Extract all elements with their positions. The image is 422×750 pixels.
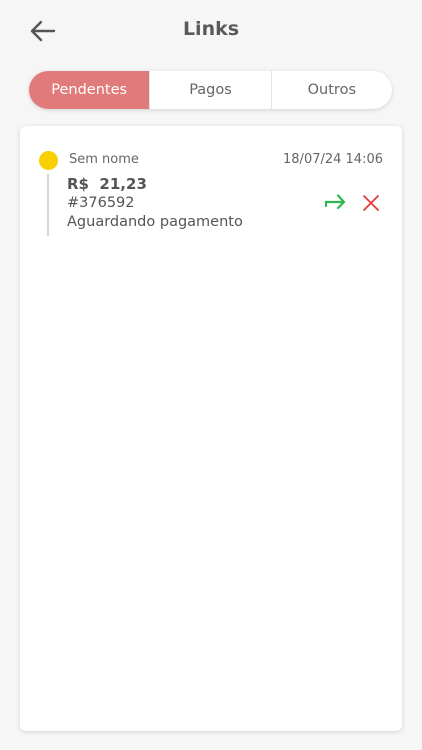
link-code: #376592: [67, 195, 135, 211]
tabs-segmented-control: Pendentes Pagos Outros: [29, 71, 392, 109]
share-arrow-icon: [324, 194, 346, 210]
link-list-item[interactable]: Sem nome 18/07/24 14:06 R$ 21,23 #376592…: [20, 126, 402, 246]
links-list-card: Sem nome 18/07/24 14:06 R$ 21,23 #376592…: [20, 126, 402, 731]
close-icon: [363, 195, 379, 211]
cancel-link-button[interactable]: [358, 192, 384, 214]
link-date: 18/07/24 14:06: [283, 152, 383, 167]
share-link-button[interactable]: [323, 192, 349, 214]
status-dot: [39, 151, 58, 170]
tab-pagos[interactable]: Pagos: [149, 71, 270, 109]
timeline-line: [47, 174, 49, 236]
app-screen: Links Pendentes Pagos Outros Sem nome 18…: [0, 0, 422, 750]
header: Links: [0, 0, 422, 62]
link-amount: R$ 21,23: [67, 175, 147, 193]
tab-pendentes[interactable]: Pendentes: [29, 71, 150, 109]
link-status: Aguardando pagamento: [67, 214, 243, 230]
link-name: Sem nome: [69, 152, 139, 167]
tab-outros[interactable]: Outros: [270, 71, 392, 109]
page-title: Links: [182, 18, 240, 40]
